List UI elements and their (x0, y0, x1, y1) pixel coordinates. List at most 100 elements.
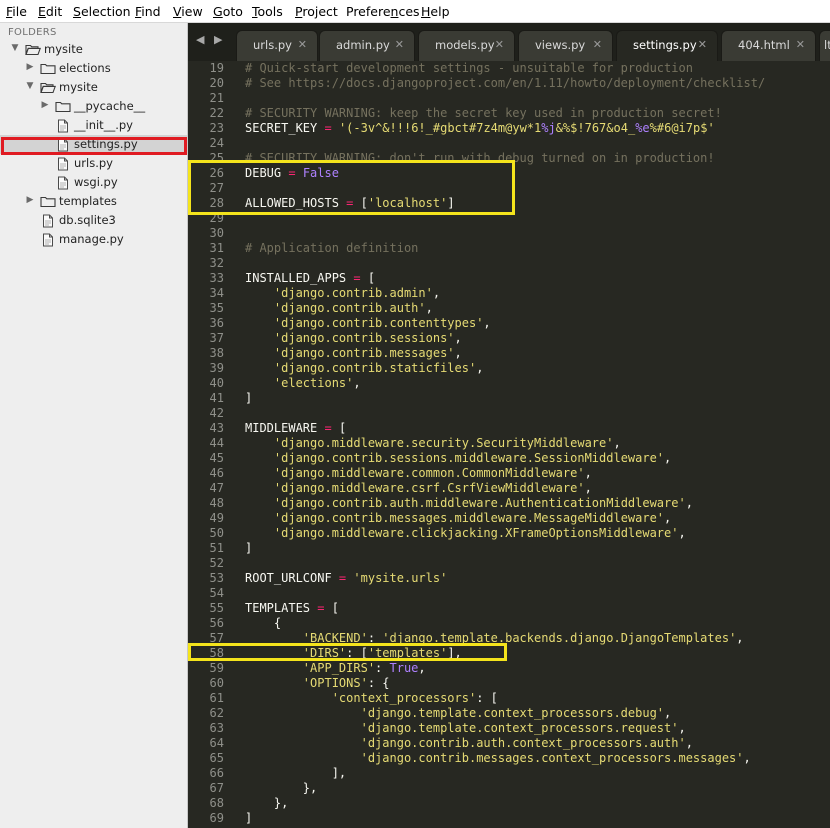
code-line[interactable]: 66 ], (188, 766, 830, 781)
code-line[interactable]: 30 (188, 226, 830, 241)
tab-models-py[interactable]: models.py ✕ (418, 30, 515, 61)
close-icon[interactable]: ✕ (495, 38, 504, 51)
code-line[interactable]: 52 (188, 556, 830, 571)
code-text: 'OPTIONS': { (245, 676, 390, 691)
code-line[interactable]: 37 'django.contrib.sessions', (188, 331, 830, 346)
code-line[interactable]: 55 TEMPLATES = [ (188, 601, 830, 616)
code-line[interactable]: 41] (188, 391, 830, 406)
expanded-arrow-icon[interactable]: ▼ (25, 81, 35, 91)
tree-item-elections[interactable]: ▶ elections (0, 59, 187, 78)
code-line[interactable]: 62 'django.template.context_processors.d… (188, 706, 830, 721)
tab-views-py[interactable]: views.py ✕ (518, 30, 613, 61)
code-line[interactable]: 59 'APP_DIRS': True, (188, 661, 830, 676)
menu-project[interactable]: Project (295, 4, 338, 19)
code-line[interactable]: 68 }, (188, 796, 830, 811)
code-line[interactable]: 48 'django.contrib.auth.middleware.Authe… (188, 496, 830, 511)
tree-item-db-sqlite3[interactable]: db.sqlite3 (0, 211, 187, 230)
file-icon (42, 233, 54, 250)
code-token: [ (324, 601, 339, 615)
file-icon (42, 214, 54, 231)
line-number: 62 (209, 706, 224, 720)
collapsed-arrow-icon[interactable]: ▶ (40, 100, 50, 110)
menu-file[interactable]: File (6, 4, 27, 19)
tab-settings-py[interactable]: settings.py ✕ (616, 30, 718, 61)
code-line[interactable]: 43 MIDDLEWARE = [ (188, 421, 830, 436)
code-line[interactable]: 20 # See https://docs.djangoproject.com/e… (188, 76, 830, 91)
tree-item-urls-py[interactable]: urls.py (0, 154, 187, 173)
code-line[interactable]: 46 'django.middleware.common.CommonMiddl… (188, 466, 830, 481)
close-icon[interactable]: ✕ (593, 38, 602, 51)
collapsed-arrow-icon[interactable]: ▶ (25, 62, 35, 72)
tab-404-html[interactable]: 404.html ✕ (721, 30, 816, 61)
code-line[interactable]: 23 SECRET_KEY = '(-3v^&!!!6!_#gbct#7z4m@y… (188, 121, 830, 136)
tab-urls-py[interactable]: urls.py ✕ (236, 30, 318, 61)
code-line[interactable]: 32 (188, 256, 830, 271)
code-line[interactable]: 61 'context_processors': [ (188, 691, 830, 706)
code-token: ROOT_URLCONF (245, 571, 339, 585)
menu-goto[interactable]: Goto (213, 4, 243, 19)
code-line[interactable]: 51] (188, 541, 830, 556)
code-line[interactable]: 45 'django.contrib.sessions.middleware.S… (188, 451, 830, 466)
menu-help[interactable]: Help (421, 4, 450, 19)
code-line[interactable]: 31 # Application definition (188, 241, 830, 256)
tree-item-init-py[interactable]: __init__.py (0, 116, 187, 135)
menu-tools[interactable]: Tools (252, 4, 283, 19)
close-icon[interactable]: ✕ (298, 38, 307, 51)
code-token: = (353, 271, 361, 285)
code-line[interactable]: 40 'elections', (188, 376, 830, 391)
expanded-arrow-icon[interactable]: ▼ (10, 43, 20, 53)
tree-item-manage-py[interactable]: manage.py (0, 230, 187, 249)
code-line[interactable]: 24 (188, 136, 830, 151)
menu-view[interactable]: View (173, 4, 203, 19)
code-line[interactable]: 35 'django.contrib.auth', (188, 301, 830, 316)
line-number: 63 (209, 721, 224, 735)
code-line[interactable]: 49 'django.contrib.messages.middleware.M… (188, 511, 830, 526)
code-line[interactable]: 36 'django.contrib.contenttypes', (188, 316, 830, 331)
code-line[interactable]: 44 'django.middleware.security.SecurityM… (188, 436, 830, 451)
close-icon[interactable]: ✕ (698, 38, 707, 51)
code-editor[interactable]: 19 # Quick-start development settings - u… (188, 61, 830, 828)
code-line[interactable]: 21 (188, 91, 830, 106)
tree-item-wsgi-py[interactable]: wsgi.py (0, 173, 187, 192)
code-line[interactable]: 53 ROOT_URLCONF = 'mysite.urls' (188, 571, 830, 586)
code-line[interactable]: 42 (188, 406, 830, 421)
line-number: 33 (209, 271, 224, 285)
code-line[interactable]: 47 'django.middleware.csrf.CsrfViewMiddl… (188, 481, 830, 496)
folder-icon (55, 100, 71, 116)
code-line[interactable]: 50 'django.middleware.clickjacking.XFram… (188, 526, 830, 541)
code-line[interactable]: 56 { (188, 616, 830, 631)
code-line[interactable]: 39 'django.contrib.staticfiles', (188, 361, 830, 376)
menu-find[interactable]: Find (135, 4, 161, 19)
tab-admin-py[interactable]: admin.py ✕ (319, 30, 415, 61)
code-line[interactable]: 60 'OPTIONS': { (188, 676, 830, 691)
tree-item-templates[interactable]: ▶ templates (0, 192, 187, 211)
code-token: 'django.middleware.clickjacking.XFrameOp… (273, 526, 679, 540)
code-line[interactable]: 38 'django.contrib.messages', (188, 346, 830, 361)
code-line[interactable]: 33 INSTALLED_APPS = [ (188, 271, 830, 286)
menu-selection[interactable]: Selection (73, 4, 131, 19)
code-text: 'elections', (245, 376, 361, 391)
code-line[interactable]: 65 'django.contrib.messages.context_proc… (188, 751, 830, 766)
code-line[interactable]: 19 # Quick-start development settings - u… (188, 61, 830, 76)
code-line[interactable]: 67 }, (188, 781, 830, 796)
code-text: { (245, 616, 281, 631)
tab-nav-arrows[interactable]: ◀ ▶ (196, 33, 225, 46)
menu-preferences[interactable]: Preferences (346, 4, 420, 19)
tree-item-pycache[interactable]: ▶ __pycache__ (0, 97, 187, 116)
tree-item-mysite[interactable]: ▼ mysite (0, 40, 187, 59)
code-line[interactable]: 22 # SECURITY WARNING: keep the secret ke… (188, 106, 830, 121)
code-line[interactable]: 64 'django.contrib.auth.context_processo… (188, 736, 830, 751)
code-line[interactable]: 34 'django.contrib.admin', (188, 286, 830, 301)
file-icon (57, 157, 69, 174)
tree-item-mysite[interactable]: ▼ mysite (0, 78, 187, 97)
code-line[interactable]: 69] (188, 811, 830, 826)
menu-edit[interactable]: Edit (38, 4, 62, 19)
close-icon[interactable]: ✕ (796, 38, 805, 51)
collapsed-arrow-icon[interactable]: ▶ (25, 195, 35, 205)
code-line[interactable]: 54 (188, 586, 830, 601)
tab-lt[interactable]: lt. (819, 30, 830, 61)
close-icon[interactable]: ✕ (395, 38, 404, 51)
code-line[interactable]: 63 'django.template.context_processors.r… (188, 721, 830, 736)
